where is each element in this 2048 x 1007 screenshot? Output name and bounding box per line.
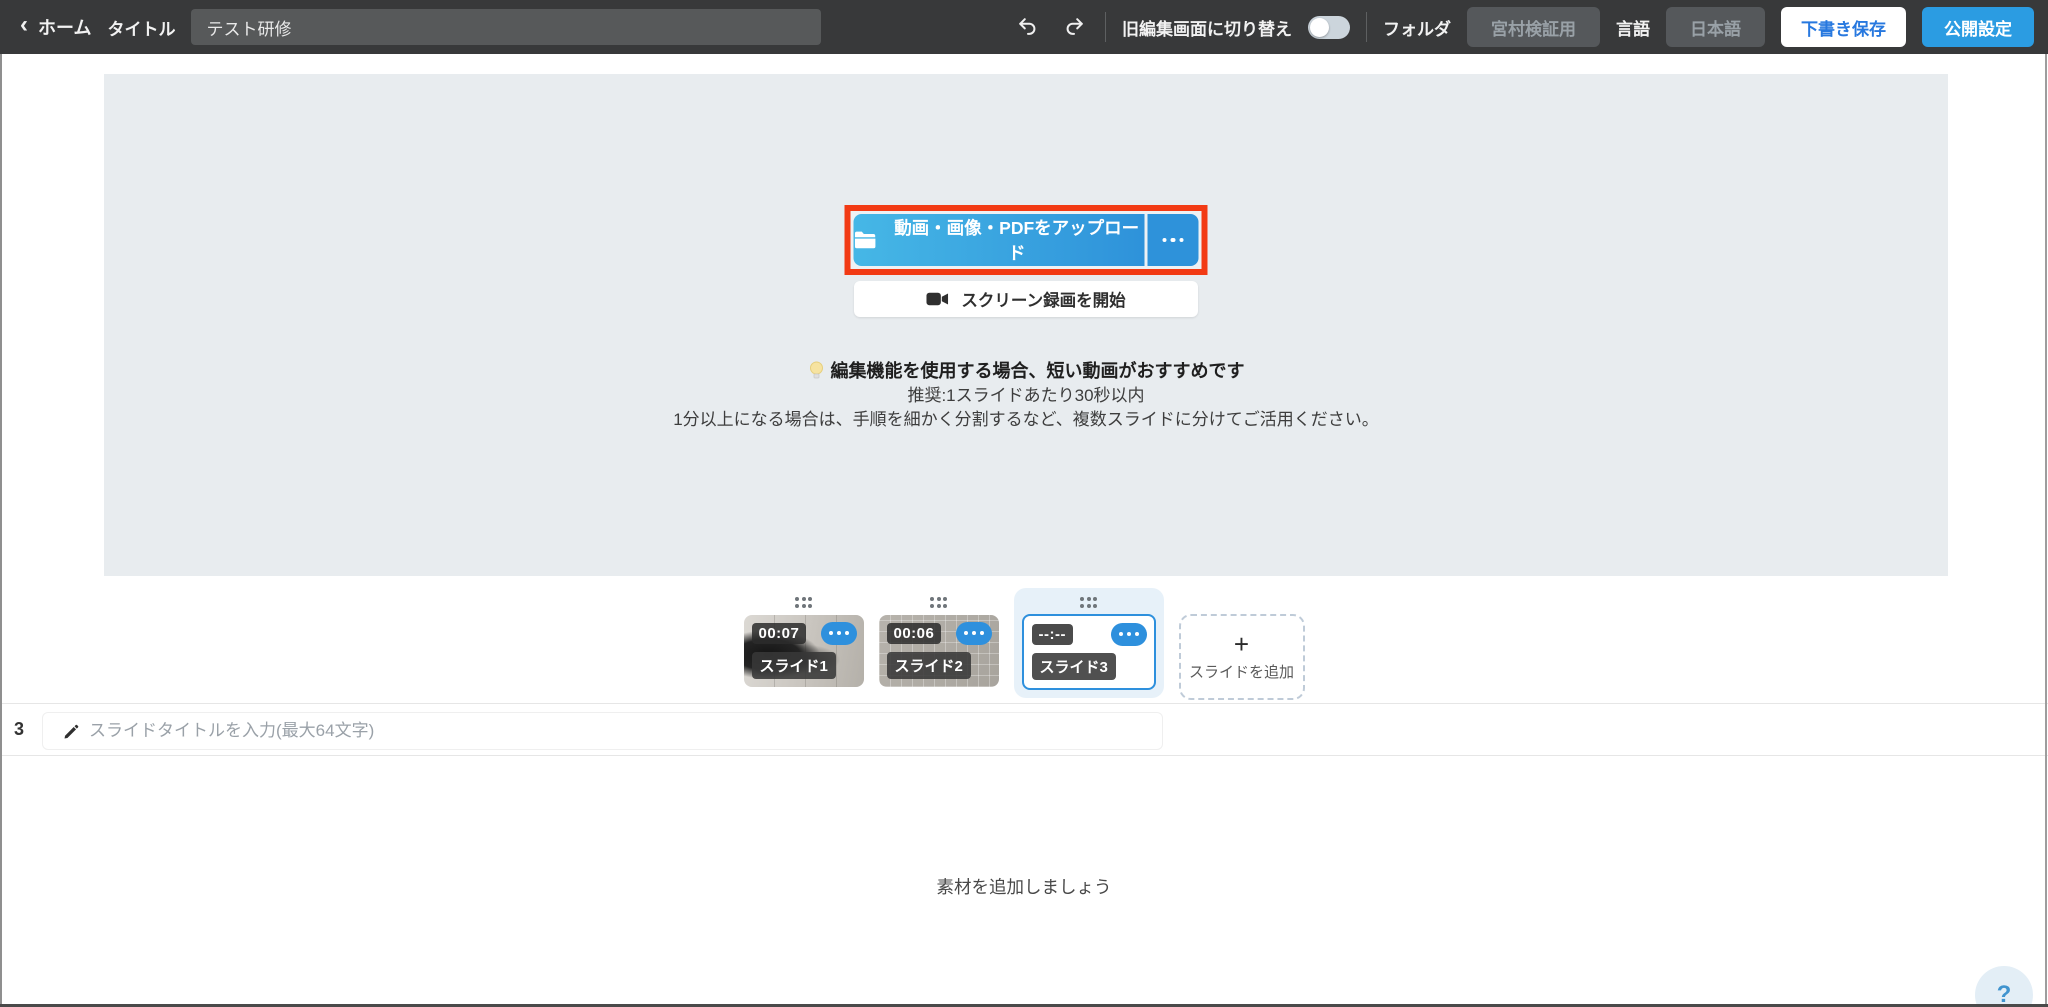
document-title-input[interactable]: [191, 9, 822, 45]
tip-title-row: 編集機能を使用する場合、短い動画がおすすめです: [104, 358, 1948, 384]
save-draft-button[interactable]: 下書き保存: [1781, 7, 1906, 47]
upload-media-button[interactable]: 動画・画像・PDFをアップロード: [853, 214, 1145, 266]
empty-material-message: 素材を追加しましょう: [936, 877, 1112, 897]
slide-thumbnail-2: 00:06 スライド2: [878, 588, 999, 687]
slide-3-label: スライド3: [1031, 652, 1116, 680]
slide-1-duration-badge: 00:07: [751, 622, 807, 644]
slide-2-more-options-button[interactable]: [955, 621, 992, 645]
drag-handle-icon[interactable]: [1080, 597, 1097, 608]
upload-more-options-button[interactable]: [1147, 214, 1199, 266]
slide-thumbnail-3-selected: --:-- スライド3: [1013, 588, 1164, 698]
ellipsis-icon: [828, 631, 849, 635]
record-button-label: スクリーン録画を開始: [961, 292, 1126, 310]
slide-1-more-options-button[interactable]: [820, 621, 857, 645]
upload-stage: 動画・画像・PDFをアップロード スクリーン録画を開始 編集機能を使用する場合、: [104, 74, 1948, 576]
drag-handle-icon[interactable]: [930, 597, 947, 608]
folder-icon: [854, 231, 876, 248]
upload-button-group: 動画・画像・PDFをアップロード: [853, 214, 1199, 266]
tip-line-2: 1分以上になる場合は、手順を細かく分割するなど、複数スライドに分けてご活用くださ…: [673, 410, 1379, 429]
folder-label: フォルダ: [1383, 19, 1451, 39]
slide-title-row: 3: [0, 703, 2048, 756]
slide-1-thumbnail[interactable]: 00:07 スライド1: [743, 614, 864, 687]
window-right-edge: [2045, 54, 2047, 1007]
lightbulb-icon: [809, 361, 823, 378]
language-label: 言語: [1616, 19, 1650, 39]
ellipsis-icon: [1118, 632, 1139, 636]
top-toolbar: ‹ ホーム タイトル 旧編集画面に切り替え フォルダ 宮村検証用 言語 日本語 …: [0, 0, 2048, 54]
slide-3-duration-badge: --:--: [1031, 623, 1073, 645]
back-home-button[interactable]: ‹ ホーム: [20, 11, 92, 40]
redo-button[interactable]: [1059, 12, 1089, 42]
title-field-label: タイトル: [107, 19, 176, 39]
slide-3-thumbnail[interactable]: --:-- スライド3: [1021, 613, 1156, 690]
tip-line-1: 推奨:1スライドあたり30秒以内: [907, 386, 1145, 405]
toolbar-divider: [1366, 12, 1367, 42]
toggle-knob: [1310, 17, 1329, 37]
slide-thumbnail-1: 00:07 スライド1: [743, 588, 864, 687]
ellipsis-icon: [963, 631, 984, 635]
undo-icon: [1019, 18, 1036, 35]
tip-title-text: 編集機能を使用する場合、短い動画がおすすめです: [830, 361, 1245, 381]
publish-settings-button[interactable]: 公開設定: [1922, 7, 2034, 47]
slide-title-box: [42, 712, 1163, 750]
start-screen-recording-button[interactable]: スクリーン録画を開始: [854, 281, 1198, 317]
upload-button-label: 動画・画像・PDFをアップロード: [894, 218, 1140, 263]
slides-strip: 00:07 スライド1 00:06 スライド2 --:-- スライド3 + スラ…: [0, 588, 2048, 700]
pencil-icon: [64, 724, 79, 739]
redo-icon: [1066, 18, 1083, 35]
folder-select-button[interactable]: 宮村検証用: [1467, 7, 1600, 47]
slide-2-label: スライド2: [886, 651, 971, 679]
ellipsis-icon: [1162, 237, 1184, 243]
tips-block: 編集機能を使用する場合、短い動画がおすすめです 推奨:1スライドあたり30秒以内…: [104, 358, 1948, 432]
back-chevron-icon: ‹: [20, 11, 28, 38]
annotation-highlight-box: 動画・画像・PDFをアップロード: [844, 205, 1208, 275]
current-slide-number: 3: [14, 719, 25, 739]
language-select-button[interactable]: 日本語: [1666, 7, 1765, 47]
video-camera-icon: [926, 292, 949, 306]
drag-handle-icon[interactable]: [795, 597, 812, 608]
slide-1-label: スライド1: [751, 651, 836, 679]
slide-3-more-options-button[interactable]: [1110, 622, 1147, 646]
add-slide-label: スライドを追加: [1188, 664, 1294, 681]
legacy-editor-toggle[interactable]: [1308, 15, 1350, 39]
help-button[interactable]: ?: [1975, 966, 2033, 1007]
window-left-edge: [0, 54, 2, 1007]
legacy-editor-toggle-label: 旧編集画面に切り替え: [1122, 19, 1292, 39]
home-label: ホーム: [38, 18, 92, 38]
editor-screen: ‹ ホーム タイトル 旧編集画面に切り替え フォルダ 宮村検証用 言語 日本語 …: [0, 0, 2048, 1007]
slide-2-thumbnail[interactable]: 00:06 スライド2: [878, 614, 999, 687]
slide-title-input[interactable]: [43, 713, 1162, 749]
add-slide-button[interactable]: + スライドを追加: [1178, 614, 1305, 700]
undo-button[interactable]: [1013, 12, 1043, 42]
plus-icon: +: [1233, 629, 1250, 659]
toolbar-divider: [1105, 12, 1106, 42]
slide-2-duration-badge: 00:06: [886, 622, 942, 644]
